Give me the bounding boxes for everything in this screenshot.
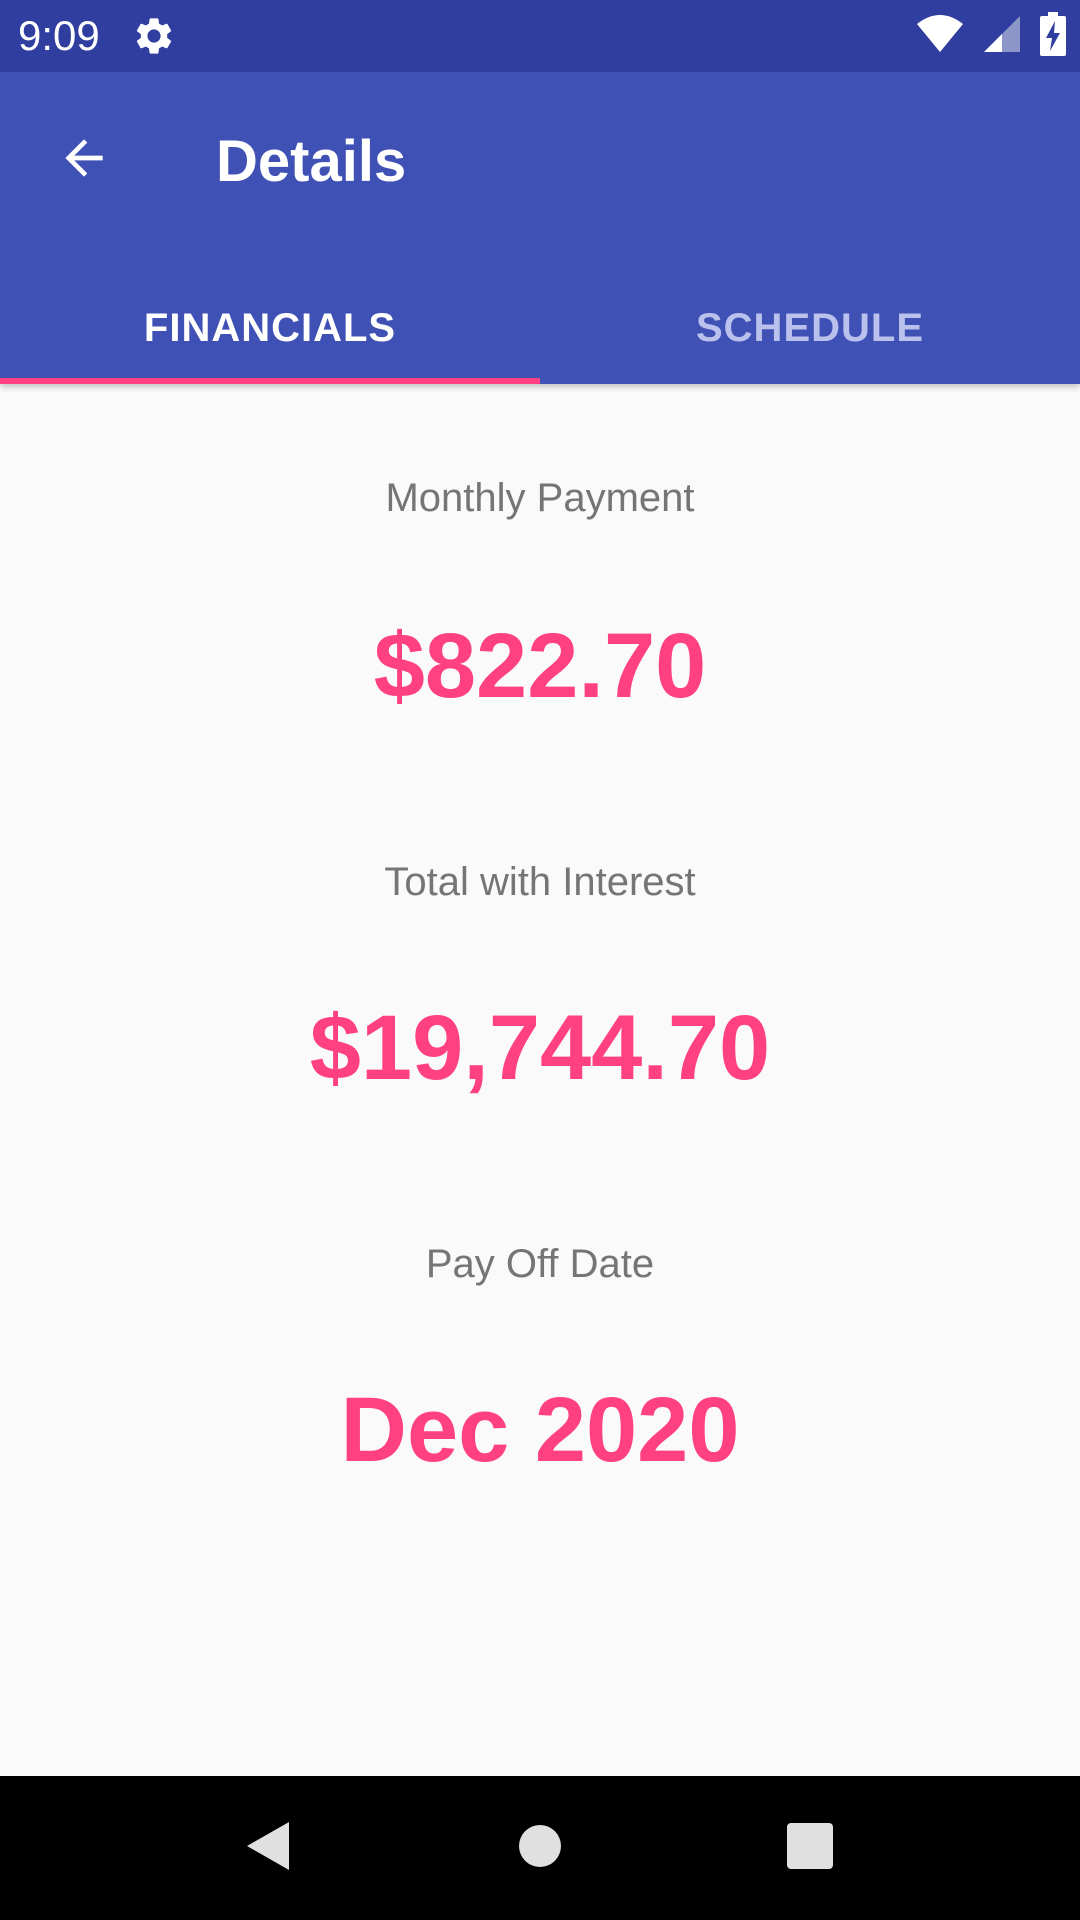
nav-back-button[interactable] bbox=[232, 1812, 304, 1884]
tab-schedule-label: SCHEDULE bbox=[695, 305, 925, 350]
status-bar: 9:09 bbox=[0, 0, 1080, 72]
pay-off-date-label: Pay Off Date bbox=[425, 1242, 655, 1286]
battery-charging-icon bbox=[1040, 11, 1066, 61]
nav-home-icon bbox=[518, 1824, 562, 1873]
nav-back-icon bbox=[243, 1820, 293, 1877]
system-nav-bar bbox=[0, 1776, 1080, 1920]
total-with-interest-value: $19,744.70 bbox=[309, 997, 771, 1099]
settings-gear-icon bbox=[132, 14, 176, 58]
tab-financials[interactable]: FINANCIALS bbox=[0, 272, 540, 384]
monthly-payment-label: Monthly Payment bbox=[385, 476, 695, 520]
tab-schedule[interactable]: SCHEDULE bbox=[540, 272, 1080, 384]
cell-signal-icon bbox=[984, 14, 1020, 59]
back-button[interactable] bbox=[40, 116, 128, 204]
tab-bar: FINANCIALS SCHEDULE bbox=[0, 272, 1080, 384]
nav-recents-button[interactable] bbox=[774, 1812, 846, 1884]
arrow-back-icon bbox=[56, 130, 112, 191]
tab-indicator bbox=[0, 378, 540, 384]
nav-recents-icon bbox=[787, 1822, 833, 1874]
wifi-icon bbox=[916, 14, 964, 59]
page-title: Details bbox=[216, 129, 407, 194]
app-bar: Details FINANCIALS SCHEDULE bbox=[0, 72, 1080, 384]
pay-off-date-value: Dec 2020 bbox=[340, 1379, 740, 1481]
tab-financials-label: FINANCIALS bbox=[143, 305, 397, 350]
status-time: 9:09 bbox=[18, 12, 100, 59]
nav-home-button[interactable] bbox=[504, 1812, 576, 1884]
status-icons bbox=[916, 11, 1066, 61]
total-with-interest-label: Total with Interest bbox=[384, 860, 696, 904]
monthly-payment-value: $822.70 bbox=[373, 615, 707, 717]
